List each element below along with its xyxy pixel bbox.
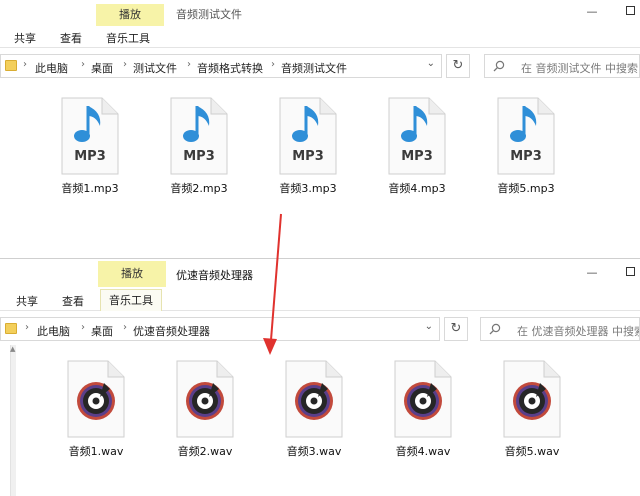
file-name: 音频4.wav	[395, 445, 451, 458]
window-title: 优速音频处理器	[176, 269, 253, 282]
bottom-explorer-window: 播放 优速音频处理器 — 共享 查看 音乐工具 › 此电脑 › 桌面 › 优速音…	[0, 258, 640, 496]
chevron-right-icon[interactable]: ›	[123, 59, 127, 70]
breadcrumb-this-pc[interactable]: 此电脑	[35, 60, 68, 76]
chevron-right-icon[interactable]: ›	[25, 322, 29, 333]
address-row: › 此电脑 › 桌面 › 优速音频处理器 ⌄ ↻ 在 优速音频处理器 中搜索	[0, 311, 640, 345]
chevron-right-icon[interactable]: ›	[81, 322, 85, 333]
search-icon	[489, 323, 501, 335]
tab-music-tools[interactable]: 音乐工具	[100, 289, 162, 311]
chevron-down-icon[interactable]: ⌄	[427, 58, 435, 69]
refresh-button[interactable]: ↻	[446, 54, 470, 78]
tab-view[interactable]: 查看	[62, 293, 84, 309]
address-bar[interactable]: › 此电脑 › 桌面 › 测试文件 › 音频格式转换 › 音频测试文件 ⌄	[0, 54, 442, 78]
file-name: 音频1.mp3	[61, 182, 119, 195]
file-item[interactable]: 音频3.wav	[269, 359, 359, 459]
file-item[interactable]: 音频2.wav	[160, 359, 250, 459]
chevron-down-icon[interactable]: ⌄	[425, 321, 433, 332]
title-bar: 播放 优速音频处理器 —	[0, 259, 640, 289]
ribbon-tabs: 共享 查看 音乐工具	[0, 26, 640, 48]
wav-file-icon	[173, 359, 237, 439]
breadcrumb-desktop[interactable]: 桌面	[91, 60, 113, 76]
search-placeholder: 在 优速音频处理器 中搜索	[517, 325, 640, 338]
window-title: 音频测试文件	[176, 8, 242, 21]
tab-share[interactable]: 共享	[16, 293, 38, 309]
search-input[interactable]: 在 优速音频处理器 中搜索	[480, 317, 640, 341]
file-name: 音频2.wav	[177, 445, 233, 458]
file-name: 音频3.mp3	[279, 182, 337, 195]
tab-view[interactable]: 查看	[60, 30, 82, 46]
tab-play[interactable]: 播放	[96, 4, 164, 26]
file-item[interactable]: 音频5.wav	[487, 359, 577, 459]
minimize-icon[interactable]: —	[586, 267, 598, 279]
maximize-icon[interactable]	[624, 267, 636, 279]
mp3-file-icon: MP3	[276, 96, 340, 176]
minimize-icon[interactable]: —	[586, 6, 598, 18]
folder-icon	[5, 323, 17, 334]
svg-text:MP3: MP3	[292, 149, 324, 164]
folder-icon	[5, 60, 17, 71]
mp3-file-icon: MP3	[494, 96, 558, 176]
chevron-right-icon[interactable]: ›	[23, 59, 27, 70]
wav-file-icon	[282, 359, 346, 439]
file-item[interactable]: 音频1.wav	[51, 359, 141, 459]
chevron-right-icon[interactable]: ›	[187, 59, 191, 70]
breadcrumb-this-pc[interactable]: 此电脑	[37, 323, 70, 339]
search-icon	[493, 60, 505, 72]
svg-text:MP3: MP3	[183, 149, 215, 164]
breadcrumb-test-files[interactable]: 测试文件	[133, 60, 177, 76]
breadcrumb-app-folder[interactable]: 优速音频处理器	[133, 323, 210, 339]
top-explorer-window: 播放 音频测试文件 — 共享 查看 音乐工具 › 此电脑 › 桌面 › 测试文件…	[0, 0, 640, 248]
ribbon-tabs: 共享 查看 音乐工具	[0, 289, 640, 311]
scrollbar[interactable]: ▲	[10, 345, 16, 496]
address-row: › 此电脑 › 桌面 › 测试文件 › 音频格式转换 › 音频测试文件 ⌄ ↻ …	[0, 48, 640, 82]
tab-music-tools[interactable]: 音乐工具	[106, 30, 150, 46]
file-name: 音频1.wav	[68, 445, 124, 458]
file-item[interactable]: MP3 音频1.mp3	[45, 96, 135, 196]
search-placeholder: 在 音频测试文件 中搜索	[521, 62, 638, 75]
file-name: 音频4.mp3	[388, 182, 446, 195]
file-name: 音频3.wav	[286, 445, 342, 458]
file-item[interactable]: MP3 音频3.mp3	[263, 96, 353, 196]
breadcrumb-audio-test-files[interactable]: 音频测试文件	[281, 60, 347, 76]
svg-text:MP3: MP3	[510, 149, 542, 164]
mp3-file-icon: MP3	[385, 96, 449, 176]
refresh-button[interactable]: ↻	[444, 317, 468, 341]
mp3-file-icon: MP3	[167, 96, 231, 176]
wav-file-icon	[391, 359, 455, 439]
breadcrumb-desktop[interactable]: 桌面	[91, 323, 113, 339]
maximize-icon[interactable]	[624, 6, 636, 18]
file-name: 音频5.wav	[504, 445, 560, 458]
search-input[interactable]: 在 音频测试文件 中搜索	[484, 54, 640, 78]
tab-share[interactable]: 共享	[14, 30, 36, 46]
address-bar[interactable]: › 此电脑 › 桌面 › 优速音频处理器 ⌄	[0, 317, 440, 341]
chevron-right-icon[interactable]: ›	[271, 59, 275, 70]
file-name: 音频2.mp3	[170, 182, 228, 195]
title-bar: 播放 音频测试文件 —	[0, 0, 640, 26]
file-item[interactable]: MP3 音频4.mp3	[372, 96, 462, 196]
mp3-file-icon: MP3	[58, 96, 122, 176]
chevron-right-icon[interactable]: ›	[123, 322, 127, 333]
tab-play[interactable]: 播放	[98, 261, 166, 287]
svg-text:MP3: MP3	[401, 149, 433, 164]
scroll-up-icon[interactable]: ▲	[10, 345, 15, 353]
chevron-right-icon[interactable]: ›	[81, 59, 85, 70]
file-name: 音频5.mp3	[497, 182, 555, 195]
file-item[interactable]: MP3 音频5.mp3	[481, 96, 571, 196]
wav-file-icon	[500, 359, 564, 439]
breadcrumb-audio-convert[interactable]: 音频格式转换	[197, 60, 263, 76]
wav-file-icon	[64, 359, 128, 439]
svg-text:MP3: MP3	[74, 149, 106, 164]
file-item[interactable]: 音频4.wav	[378, 359, 468, 459]
file-item[interactable]: MP3 音频2.mp3	[154, 96, 244, 196]
